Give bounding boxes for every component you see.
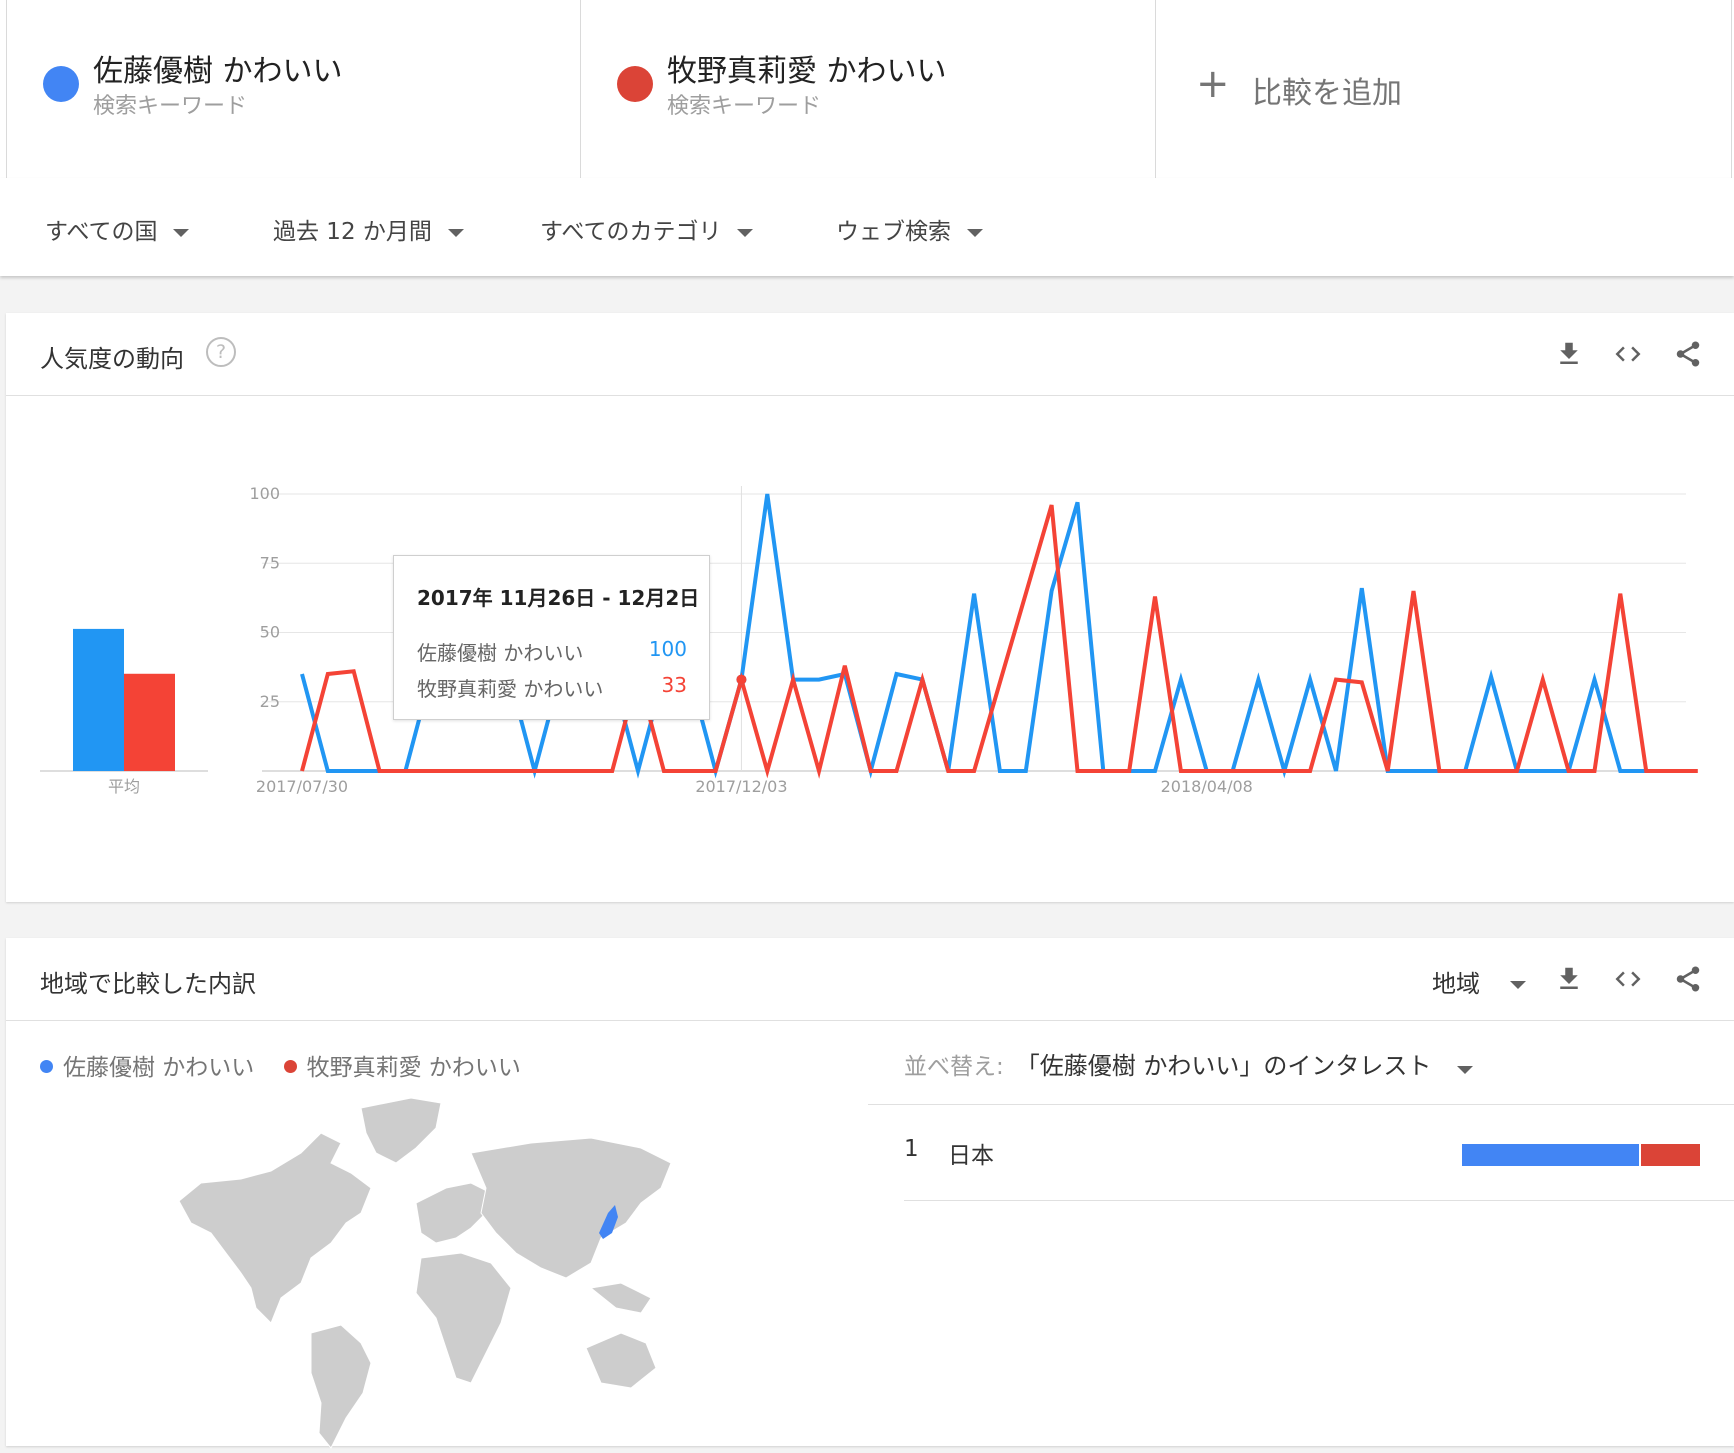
world-map[interactable] xyxy=(171,1093,721,1453)
card-header: 地域で比較した内訳 地域 xyxy=(6,938,1734,1021)
download-icon[interactable] xyxy=(1554,964,1584,994)
region-share-bar-term1 xyxy=(1462,1144,1639,1166)
sort-value: 「佐藤優樹 かわいい」のインタレスト xyxy=(1015,1052,1432,1080)
average-bar xyxy=(124,673,175,771)
region-rank: 1 xyxy=(904,1136,919,1162)
y-tick-label: 25 xyxy=(260,692,280,711)
region-row[interactable]: 1 日本 xyxy=(904,1128,1700,1184)
x-tick-label: 2018/04/08 xyxy=(1161,777,1253,796)
sort-control[interactable]: 並べ替え: 「佐藤優樹 かわいい」のインタレスト xyxy=(904,1046,1474,1081)
divider xyxy=(868,1104,1734,1105)
africa-shape xyxy=(415,1252,512,1384)
embed-code-icon[interactable] xyxy=(1613,964,1643,994)
region-breakdown-card: 地域で比較した内訳 地域 佐藤優樹 かわいい 牧野真莉愛 かわいい 並べ替え: … xyxy=(6,938,1734,1449)
legend-label: 牧野真莉愛 かわいい xyxy=(306,1055,521,1081)
sort-label: 並べ替え: xyxy=(904,1054,1004,1080)
divider xyxy=(904,1200,1734,1201)
legend-dot xyxy=(40,1060,53,1073)
maritime-asia-shape xyxy=(589,1282,652,1314)
north-america-shape xyxy=(178,1132,372,1324)
average-bars xyxy=(40,628,208,772)
caret-down-icon xyxy=(1457,1065,1474,1074)
caret-down-icon xyxy=(1510,981,1526,989)
region-name: 日本 xyxy=(948,1143,994,1169)
highlight-point xyxy=(736,674,747,685)
average-bar xyxy=(73,628,124,771)
card-title: 地域で比較した内訳 xyxy=(40,970,256,998)
y-tick-label: 100 xyxy=(249,484,280,503)
tooltip-date: 2017年 11月26日 - 12月2日 xyxy=(417,586,700,610)
greenland-shape xyxy=(360,1097,442,1164)
chart-tooltip: 2017年 11月26日 - 12月2日 佐藤優樹 かわいい 100 牧野真莉愛… xyxy=(393,555,710,720)
region-dropdown-label: 地域 xyxy=(1432,970,1480,998)
asia-shape xyxy=(470,1137,672,1279)
x-tick-label: 2017/07/30 xyxy=(256,777,348,796)
south-america-shape xyxy=(310,1324,372,1449)
region-share-bar-term2 xyxy=(1641,1144,1700,1166)
legend-label: 佐藤優樹 かわいい xyxy=(63,1055,255,1081)
tooltip-series-value: 33 xyxy=(661,673,687,697)
legend-dot xyxy=(283,1060,297,1073)
average-label: 平均 xyxy=(108,777,140,796)
x-tick-label: 2017/12/03 xyxy=(695,777,787,796)
tooltip-series-value: 100 xyxy=(648,637,687,661)
tooltip-series-name: 佐藤優樹 かわいい xyxy=(417,641,584,665)
map-legend: 佐藤優樹 かわいい 牧野真莉愛 かわいい xyxy=(40,1048,543,1082)
y-tick-label: 50 xyxy=(260,623,280,642)
y-tick-label: 75 xyxy=(260,553,280,572)
region-dropdown[interactable]: 地域 xyxy=(1432,964,1526,999)
australia-shape xyxy=(585,1332,657,1389)
share-icon[interactable] xyxy=(1673,964,1703,994)
tooltip-series-name: 牧野真莉愛 かわいい xyxy=(417,677,604,701)
europe-shape xyxy=(415,1182,492,1244)
